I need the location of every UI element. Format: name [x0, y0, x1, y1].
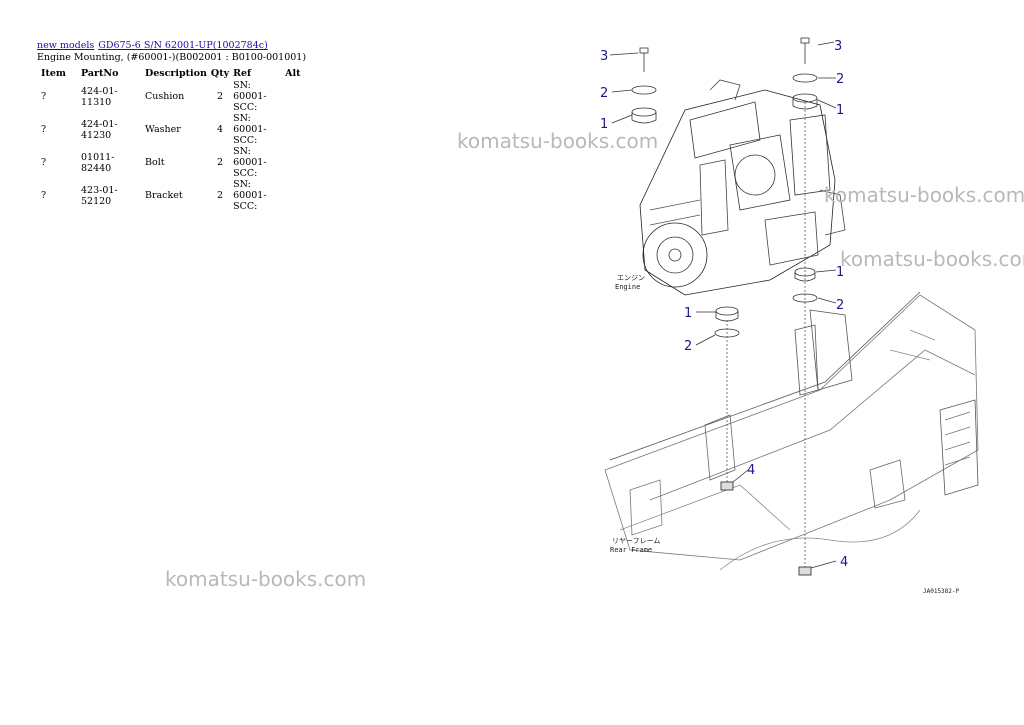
callout-1-left: 1 — [600, 117, 608, 132]
cell-ref: SN: 60001-SCC: — [233, 113, 267, 146]
callout-2-left: 2 — [600, 86, 608, 101]
cell-alt — [283, 179, 311, 212]
right-washer — [792, 73, 818, 83]
left-bracket — [720, 481, 734, 491]
callout-2-right: 2 — [836, 72, 844, 87]
table-row: ? 424-01-41230 Washer 4 SN: 60001-SCC: — [37, 113, 311, 146]
watermark: komatsu-books.com — [165, 567, 367, 591]
callout-1-right: 1 — [836, 103, 844, 118]
frame-label-jp: リヤーフレーム — [612, 537, 660, 545]
header-description: Description — [145, 67, 207, 79]
drawing-code: JA015382-P — [923, 588, 960, 595]
rear-frame-drawing — [604, 291, 979, 571]
cell-description: Bolt — [145, 157, 165, 168]
cell-partno: 424-01-11310 — [81, 85, 118, 108]
callout-3-left: 3 — [600, 49, 608, 64]
cell-item: ? — [41, 190, 47, 201]
parts-table: Item PartNo Description Qty Ref Alt ? 42… — [37, 66, 311, 213]
engine-label-jp: エンジン — [617, 274, 645, 282]
callout-3-right: 3 — [834, 39, 842, 54]
cell-qty: 2 — [216, 91, 224, 102]
cell-ref: SN: 60001-SCC: — [233, 146, 267, 179]
header-qty: Qty — [210, 67, 230, 79]
table-header-row: Item PartNo Description Qty Ref Alt — [37, 66, 311, 80]
breadcrumb-link-new-models[interactable]: new models — [37, 40, 94, 51]
left-cushion — [631, 107, 657, 124]
breadcrumb: new models GD675-6 S/N 62001-UP(1002784c) — [37, 40, 272, 52]
cell-qty: 4 — [216, 124, 224, 135]
header-partno: PartNo — [81, 67, 119, 79]
callout-1-left-lower: 1 — [684, 306, 692, 321]
cell-alt — [283, 80, 311, 113]
breadcrumb-link-model[interactable]: GD675-6 S/N 62001-UP(1002784c) — [98, 40, 268, 51]
left-lower-cushion — [715, 306, 739, 322]
cell-partno: 01011-82440 — [81, 151, 115, 174]
parts-diagram: 3 2 1 3 2 1 1 2 1 2 4 4 エンジン Engine リヤーフ… — [600, 37, 979, 595]
callout-4-left: 4 — [747, 463, 755, 478]
left-washer — [631, 85, 657, 95]
cell-alt — [283, 146, 311, 179]
cell-partno: 424-01-41230 — [81, 118, 118, 141]
cell-item: ? — [41, 91, 47, 102]
cell-description: Cushion — [145, 91, 185, 102]
callout-2-left-lower: 2 — [684, 339, 692, 354]
cell-description: Washer — [145, 124, 181, 135]
header-ref: Ref — [233, 67, 252, 79]
cell-partno: 423-01-52120 — [81, 184, 118, 207]
callout-4-right: 4 — [840, 555, 848, 570]
left-bolt — [639, 47, 649, 72]
cell-ref: SN: 60001-SCC: — [233, 80, 267, 113]
cell-qty: 2 — [216, 190, 224, 201]
right-bracket — [798, 566, 812, 576]
cell-qty: 2 — [216, 157, 224, 168]
callout-1-right-lower: 1 — [836, 265, 844, 280]
cell-item: ? — [41, 124, 47, 135]
header-alt: Alt — [285, 67, 301, 79]
engine-drawing — [639, 79, 846, 296]
engine-label-en: Engine — [615, 283, 640, 291]
cell-description: Bracket — [145, 190, 183, 201]
table-row: ? 424-01-11310 Cushion 2 SN: 60001-SCC: — [37, 80, 311, 113]
page-title: Engine Mounting, (#60001-)(B002001 : B01… — [37, 52, 307, 63]
cell-alt — [283, 113, 311, 146]
callout-2-right-lower: 2 — [836, 298, 844, 313]
right-bolt — [800, 37, 810, 64]
table-row: ? 423-01-52120 Bracket 2 SN: 60001-SCC: — [37, 179, 311, 212]
cell-item: ? — [41, 157, 47, 168]
header-item: Item — [41, 67, 66, 79]
cell-ref: SN: 60001-SCC: — [233, 179, 267, 212]
table-row: ? 01011-82440 Bolt 2 SN: 60001-SCC: — [37, 146, 311, 179]
frame-label-en: Rear Frame — [610, 546, 652, 554]
